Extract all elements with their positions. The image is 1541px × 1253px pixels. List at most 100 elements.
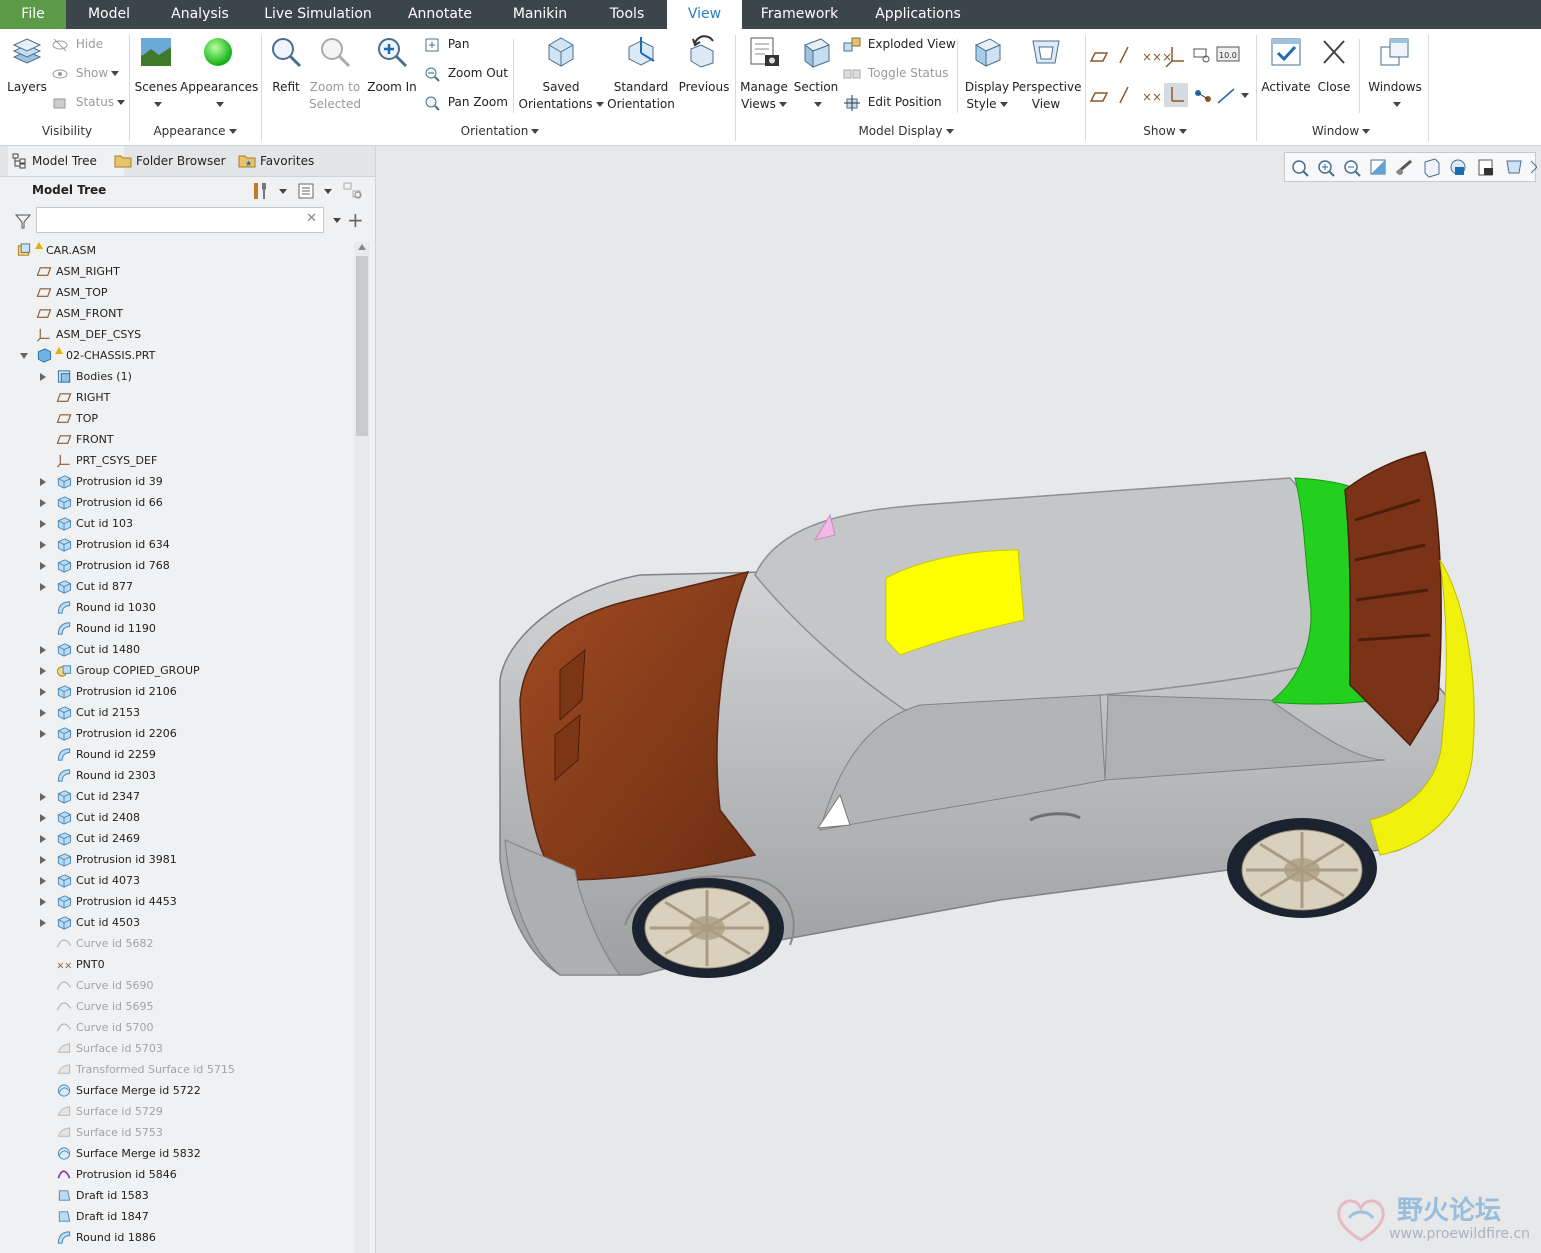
expand-arrow-icon[interactable] — [40, 919, 46, 927]
model-tree-scrollbar[interactable] — [354, 242, 370, 1253]
tree-row[interactable]: Surface id 5753 — [0, 1122, 352, 1143]
expand-arrow-icon[interactable] — [40, 877, 46, 885]
scenes-button[interactable]: Scenes — [134, 35, 178, 113]
tree-row[interactable]: Cut id 877 — [0, 576, 352, 597]
tree-row[interactable]: Cut id 4503 — [0, 912, 352, 933]
group-model-display-label[interactable]: Model Display — [846, 124, 966, 138]
expand-arrow-icon[interactable] — [40, 898, 46, 906]
tree-row[interactable]: Draft id 1847 — [0, 1206, 352, 1227]
hide-button[interactable]: Hide — [52, 35, 103, 53]
tree-row[interactable]: Protrusion id 39 — [0, 471, 352, 492]
tree-row[interactable]: Protrusion id 634 — [0, 534, 352, 555]
status-button[interactable]: Status — [52, 93, 126, 111]
tree-row[interactable]: Cut id 4073 — [0, 870, 352, 891]
zoom-out-button[interactable]: Zoom Out — [424, 64, 508, 82]
tree-row[interactable]: ASM_DEF_CSYS — [0, 324, 352, 345]
tree-row[interactable]: Surface id 5703 — [0, 1038, 352, 1059]
tab-framework[interactable]: Framework — [752, 0, 847, 29]
tab-live-simulation[interactable]: Live Simulation — [258, 0, 378, 29]
close-button[interactable]: Close — [1314, 35, 1354, 96]
tab-file[interactable]: File — [0, 0, 66, 29]
tab-annotate[interactable]: Annotate — [398, 0, 482, 29]
expand-arrow-icon[interactable] — [40, 583, 46, 591]
group-window-label[interactable]: Window — [1296, 124, 1386, 138]
settings-tools-icon[interactable] — [250, 181, 272, 201]
tree-row[interactable]: Protrusion id 3981 — [0, 849, 352, 870]
model-tree-search-input[interactable]: ✕ — [36, 207, 324, 233]
expand-arrow-icon[interactable] — [40, 499, 46, 507]
expand-arrow-icon[interactable] — [40, 562, 46, 570]
tree-row[interactable]: Curve id 5700 — [0, 1017, 352, 1038]
expand-arrow-icon[interactable] — [40, 667, 46, 675]
tree-row[interactable]: Curve id 5682 — [0, 933, 352, 954]
tree-row[interactable]: Cut id 2408 — [0, 807, 352, 828]
zoom-in-button[interactable]: Zoom In — [366, 35, 418, 96]
tree-row[interactable]: Protrusion id 4453 — [0, 891, 352, 912]
perspective-view-button[interactable]: Perspective View — [1012, 35, 1082, 113]
tab-tools[interactable]: Tools — [596, 0, 658, 29]
tree-row[interactable]: CAR.ASM — [0, 240, 352, 261]
windows-button[interactable]: Windows — [1364, 35, 1426, 113]
tree-columns-icon[interactable] — [342, 181, 364, 201]
tree-row[interactable]: 02-CHASSIS.PRT — [0, 345, 352, 366]
tab-favorites[interactable]: ★ Favorites — [236, 146, 340, 176]
chevron-down-icon[interactable] — [324, 189, 332, 194]
tree-row[interactable]: RIGHT — [0, 387, 352, 408]
activate-button[interactable]: Activate — [1260, 35, 1312, 96]
expand-arrow-icon[interactable] — [40, 856, 46, 864]
csys-tag-icon[interactable] — [1164, 83, 1188, 107]
pan-button[interactable]: Pan — [424, 35, 469, 53]
tree-row[interactable]: Protrusion id 2206 — [0, 723, 352, 744]
tree-row[interactable]: TOP — [0, 408, 352, 429]
plane-display-icon[interactable] — [1089, 52, 1109, 62]
tab-model[interactable]: Model — [74, 0, 144, 29]
saved-orientations-button[interactable]: Saved Orientations — [518, 35, 604, 113]
tree-row[interactable]: Protrusion id 66 — [0, 492, 352, 513]
annotation-display-icon[interactable] — [1193, 48, 1210, 63]
expand-arrow-icon[interactable] — [40, 688, 46, 696]
axis-display-icon[interactable] — [1119, 46, 1129, 64]
tree-row[interactable]: Group COPIED_GROUP — [0, 660, 352, 681]
tree-row[interactable]: Curve id 5695 — [0, 996, 352, 1017]
tree-row[interactable]: Round id 2303 — [0, 765, 352, 786]
expand-arrow-icon[interactable] — [40, 793, 46, 801]
appearances-button[interactable]: Appearances — [180, 35, 258, 113]
tree-row[interactable]: ASM_TOP — [0, 282, 352, 303]
display-style-button[interactable]: Display Style — [962, 35, 1012, 113]
show-options-icon[interactable] — [297, 182, 315, 200]
group-appearance-label[interactable]: Appearance — [140, 124, 250, 138]
section-button[interactable]: Section — [792, 35, 840, 113]
standard-orientation-button[interactable]: Standard Orientation — [606, 35, 676, 113]
filter-icon[interactable] — [14, 212, 32, 230]
expand-arrow-icon[interactable] — [40, 541, 46, 549]
tree-row[interactable]: Cut id 2347 — [0, 786, 352, 807]
previous-button[interactable]: Previous — [678, 35, 730, 96]
tree-row[interactable]: Draft id 1583 — [0, 1185, 352, 1206]
tab-model-tree[interactable]: Model Tree — [8, 146, 124, 176]
chevron-down-icon[interactable] — [333, 218, 341, 223]
tree-row[interactable]: Surface Merge id 5832 — [0, 1143, 352, 1164]
scrollbar-thumb[interactable] — [356, 256, 368, 436]
axis-tag-icon[interactable] — [1119, 86, 1129, 104]
tree-row[interactable]: Protrusion id 5846 — [0, 1164, 352, 1185]
tree-row[interactable]: Round id 1190 — [0, 618, 352, 639]
point-display-icon[interactable]: ××× — [1142, 50, 1172, 64]
dimension-display-icon[interactable]: 10.0 — [1216, 46, 1240, 62]
tree-row[interactable]: Bodies (1) — [0, 366, 352, 387]
expand-arrow-icon[interactable] — [40, 730, 46, 738]
tree-row[interactable]: Protrusion id 2106 — [0, 681, 352, 702]
zoom-to-selected-button[interactable]: Zoom to Selected — [308, 35, 362, 113]
tree-row[interactable]: ASM_RIGHT — [0, 261, 352, 282]
add-filter-icon[interactable]: + — [347, 208, 364, 232]
collapse-arrow-icon[interactable] — [20, 353, 28, 359]
expand-arrow-icon[interactable] — [40, 646, 46, 654]
tab-applications[interactable]: Applications — [866, 0, 970, 29]
show-button[interactable]: Show — [52, 64, 120, 82]
tree-row[interactable]: Curve id 5690 — [0, 975, 352, 996]
expand-arrow-icon[interactable] — [40, 478, 46, 486]
tab-folder-browser[interactable]: Folder Browser — [112, 146, 246, 176]
chevron-down-icon[interactable] — [1241, 93, 1249, 98]
tab-analysis[interactable]: Analysis — [160, 0, 240, 29]
edit-position-button[interactable]: Edit Position — [843, 93, 942, 111]
tree-row[interactable]: Surface id 5729 — [0, 1101, 352, 1122]
